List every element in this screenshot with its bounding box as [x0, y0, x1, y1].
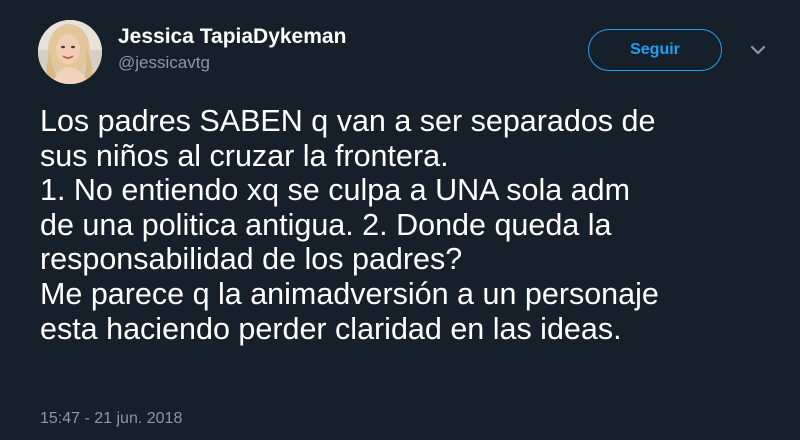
profile-photo-icon: [38, 20, 102, 84]
author-handle[interactable]: @jessicavtg: [118, 53, 210, 73]
tweet-text-line: 1. No entiendo xq se culpa a UNA sola ad…: [40, 173, 631, 208]
author-display-name[interactable]: Jessica TapiaDykeman: [118, 25, 346, 49]
tweet-text-line: Me parece q la animadversión a un person…: [40, 276, 659, 311]
tweet-text: Los padres SABEN q van a ser separados d…: [40, 104, 785, 346]
tweet-card: Jessica TapiaDykeman @jessicavtg Seguir …: [0, 0, 800, 440]
tweet-text-line: responsabilidad de los padres?: [40, 242, 463, 277]
tweet-text-line: sus niños al cruzar la frontera.: [40, 138, 449, 173]
avatar[interactable]: [38, 20, 102, 84]
tweet-timestamp[interactable]: 15:47 - 21 jun. 2018: [40, 410, 182, 428]
tweet-text-line: de una politica antigua. 2. Donde queda …: [40, 207, 612, 242]
chevron-down-icon[interactable]: [748, 40, 768, 60]
tweet-text-line: esta haciendo perder claridad en las ide…: [40, 311, 622, 346]
tweet-text-line: Los padres SABEN q van a ser separados d…: [40, 104, 656, 138]
follow-button[interactable]: Seguir: [588, 29, 722, 71]
